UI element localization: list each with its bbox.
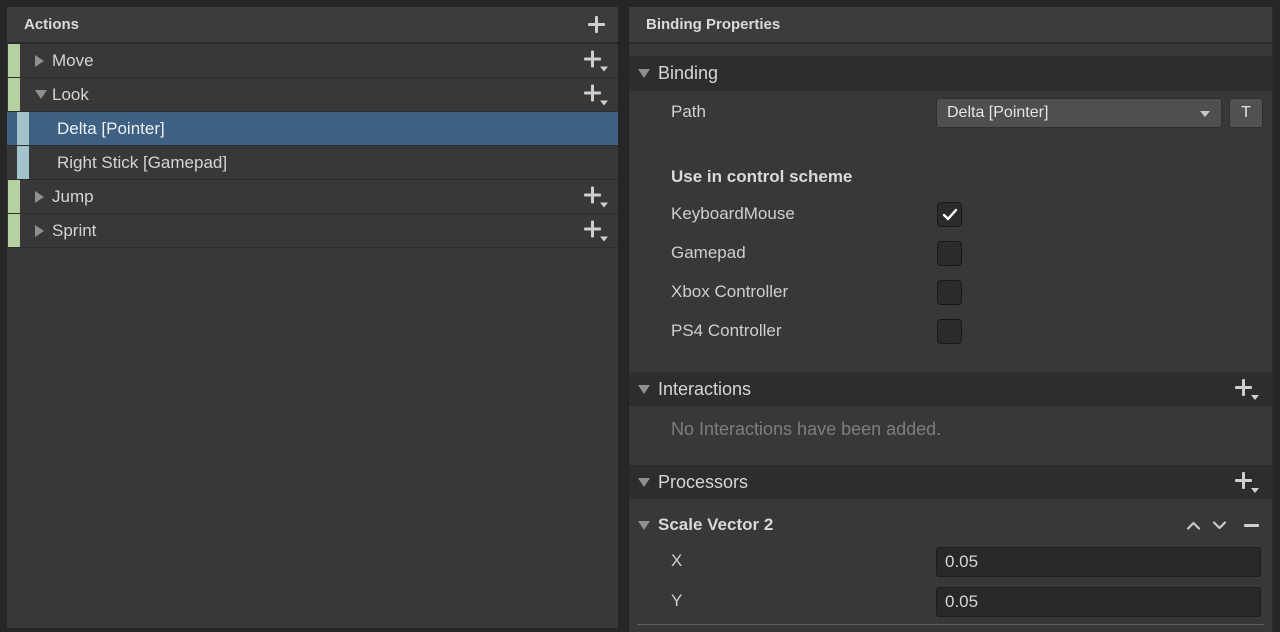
foldout-expanded-icon[interactable] <box>35 90 47 99</box>
foldout-collapsed-icon[interactable] <box>35 55 44 67</box>
scheme-row-ps4-controller: PS4 Controller <box>671 317 1261 345</box>
text-path-toggle-label: T <box>1241 104 1251 122</box>
binding-color-bar <box>17 146 29 179</box>
action-label: Look <box>52 85 89 105</box>
processors-section-header[interactable]: Processors <box>629 465 1272 499</box>
foldout-expanded-icon[interactable] <box>638 385 650 394</box>
y-value-input[interactable]: 0.05 <box>936 587 1261 617</box>
scheme-label: Gamepad <box>671 243 746 263</box>
binding-color-bar <box>17 112 29 145</box>
actions-panel-header: Actions <box>7 7 618 44</box>
add-processor-icon[interactable] <box>1235 472 1259 493</box>
path-dropdown-value: Delta [Pointer] <box>947 104 1048 122</box>
path-label: Path <box>671 102 706 122</box>
scheme-label: KeyboardMouse <box>671 204 795 224</box>
binding-properties-panel: Binding Properties Binding Path Delta [P… <box>628 7 1273 632</box>
action-color-bar <box>8 78 20 111</box>
x-value: 0.05 <box>945 552 978 572</box>
interactions-section-header[interactable]: Interactions <box>629 372 1272 406</box>
binding-properties-header: Binding Properties <box>629 7 1272 44</box>
action-label: Sprint <box>52 221 96 241</box>
processor-controls <box>1186 521 1259 530</box>
processors-section-title: Processors <box>658 472 748 493</box>
y-value: 0.05 <box>945 592 978 612</box>
action-color-bar <box>8 44 20 77</box>
remove-processor-icon[interactable] <box>1244 524 1259 527</box>
x-label: X <box>671 551 682 571</box>
scheme-label: Xbox Controller <box>671 282 788 302</box>
move-down-icon[interactable] <box>1212 521 1227 530</box>
foldout-collapsed-icon[interactable] <box>35 225 44 237</box>
action-label: Jump <box>52 187 94 207</box>
binding-row-right-stick[interactable]: Right Stick [Gamepad] <box>7 146 618 180</box>
binding-row-delta-pointer[interactable]: Delta [Pointer] <box>7 112 618 146</box>
actions-panel: Actions Move Look Delta [Pointer] Right … <box>7 7 619 628</box>
interactions-empty-message: No Interactions have been added. <box>671 419 941 440</box>
action-row-move[interactable]: Move <box>7 44 618 78</box>
scheme-row-keyboardmouse: KeyboardMouse <box>671 200 1261 228</box>
foldout-collapsed-icon[interactable] <box>35 191 44 203</box>
binding-label: Right Stick [Gamepad] <box>57 153 227 173</box>
add-binding-icon[interactable] <box>584 84 608 105</box>
path-row: Path Delta [Pointer] T <box>629 98 1272 128</box>
xbox-controller-checkbox[interactable] <box>937 280 962 305</box>
move-up-icon[interactable] <box>1186 521 1201 530</box>
gamepad-checkbox[interactable] <box>937 241 962 266</box>
interactions-section-title: Interactions <box>658 379 751 400</box>
scale-vector2-title: Scale Vector 2 <box>658 515 773 535</box>
ps4-controller-checkbox[interactable] <box>937 319 962 344</box>
binding-section-title: Binding <box>658 63 718 84</box>
foldout-expanded-icon[interactable] <box>638 478 650 487</box>
action-row-sprint[interactable]: Sprint <box>7 214 618 248</box>
foldout-expanded-icon[interactable] <box>638 69 650 78</box>
action-color-bar <box>8 180 20 213</box>
path-dropdown[interactable]: Delta [Pointer] <box>936 98 1222 128</box>
scale-y-row: Y 0.05 <box>629 587 1272 617</box>
action-row-jump[interactable]: Jump <box>7 180 618 214</box>
y-label: Y <box>671 591 682 611</box>
add-binding-icon[interactable] <box>584 220 608 241</box>
keyboardmouse-checkbox[interactable] <box>937 202 962 227</box>
add-action-icon[interactable] <box>588 16 605 33</box>
binding-label: Delta [Pointer] <box>57 119 165 139</box>
checkmark-icon <box>942 208 958 221</box>
action-label: Move <box>52 51 94 71</box>
foldout-expanded-icon[interactable] <box>638 521 650 530</box>
add-binding-icon[interactable] <box>584 186 608 207</box>
x-value-input[interactable]: 0.05 <box>936 547 1261 577</box>
text-path-toggle-button[interactable]: T <box>1229 98 1263 128</box>
scheme-row-xbox-controller: Xbox Controller <box>671 278 1261 306</box>
scheme-label: PS4 Controller <box>671 321 782 341</box>
add-interaction-icon[interactable] <box>1235 379 1259 400</box>
add-binding-icon[interactable] <box>584 50 608 71</box>
chevron-down-icon <box>1200 111 1210 117</box>
binding-properties-title: Binding Properties <box>646 16 780 33</box>
actions-panel-title: Actions <box>24 16 79 33</box>
scheme-row-gamepad: Gamepad <box>671 239 1261 267</box>
section-divider <box>637 624 1264 625</box>
action-row-look[interactable]: Look <box>7 78 618 112</box>
scale-x-row: X 0.05 <box>629 547 1272 577</box>
action-color-bar <box>8 214 20 247</box>
control-scheme-heading: Use in control scheme <box>671 167 852 187</box>
scale-vector2-header[interactable]: Scale Vector 2 <box>629 507 1272 543</box>
binding-section-header[interactable]: Binding <box>629 56 1272 91</box>
